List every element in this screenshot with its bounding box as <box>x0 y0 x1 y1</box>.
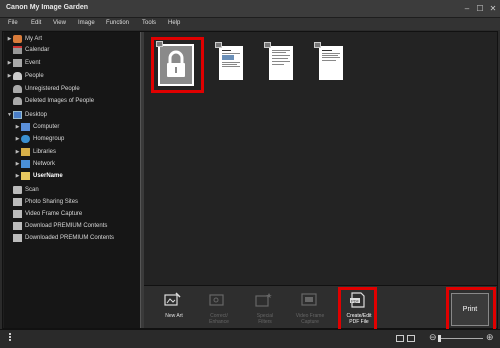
new-art-icon <box>164 292 181 306</box>
sidebar-item-deleted-people[interactable]: Deleted Images of People <box>6 95 94 106</box>
menu-image[interactable]: Image <box>78 20 95 26</box>
video-capture-icon <box>13 209 22 218</box>
pdf-badge-icon <box>264 42 271 48</box>
sidebar-item-username[interactable]: ▶ UserName <box>14 170 63 181</box>
status-bar: ⊖ ⊕ <box>0 329 500 348</box>
desktop-icon <box>13 110 22 119</box>
event-icon <box>13 58 22 67</box>
menu-bar: File Edit View Image Function Tools Help <box>0 18 500 30</box>
sidebar-item-homegroup[interactable]: ▶ Homegroup <box>14 133 64 144</box>
create-pdf-highlight <box>338 287 377 333</box>
user-folder-icon <box>21 171 30 180</box>
sidebar-item-network[interactable]: ▶ Network <box>14 158 55 169</box>
computer-icon <box>21 122 30 131</box>
sidebar-item-video-frame-capture[interactable]: Video Frame Capture <box>6 208 82 219</box>
zoom-out-icon[interactable]: ⊖ <box>429 332 437 343</box>
zoom-in-icon[interactable]: ⊕ <box>486 332 494 343</box>
sidebar-item-downloaded-premium[interactable]: Downloaded PREMIUM Contents <box>6 232 114 243</box>
sidebar-item-libraries[interactable]: ▶ Libraries <box>14 146 56 157</box>
new-art-button[interactable]: New Art <box>152 286 196 329</box>
window-title: Canon My Image Garden <box>6 4 89 11</box>
pdf-badge-icon <box>314 42 321 48</box>
sidebar-item-photo-sharing-sites[interactable]: Photo Sharing Sites <box>6 196 78 207</box>
print-highlight <box>446 287 496 333</box>
homegroup-icon <box>21 134 30 143</box>
deleted-people-icon <box>13 96 22 105</box>
document-page-icon <box>272 50 290 65</box>
minimize-button[interactable]: – <box>461 3 473 14</box>
sidebar-item-my-art[interactable]: ▶ My Art <box>6 33 42 44</box>
scan-icon <box>13 185 22 194</box>
document-thumbnail[interactable] <box>269 46 293 80</box>
video-frame-capture-button[interactable]: Video Frame Capture <box>288 286 332 329</box>
correct-enhance-button[interactable]: Correct/ Enhance <box>197 286 241 329</box>
title-bar: Canon My Image Garden – ☐ ✕ <box>0 0 500 18</box>
zoom-slider[interactable] <box>439 338 483 339</box>
menu-tools[interactable]: Tools <box>142 20 156 26</box>
document-page-icon <box>222 50 240 67</box>
locked-thumbnail-highlight <box>151 37 204 93</box>
calendar-icon <box>13 45 22 54</box>
my-art-icon <box>13 34 22 43</box>
sidebar-item-calendar[interactable]: Calendar <box>6 44 49 55</box>
menu-file[interactable]: File <box>8 20 18 26</box>
libraries-icon <box>21 147 30 156</box>
document-page-icon <box>322 50 340 61</box>
special-filters-icon <box>255 293 272 307</box>
sidebar-toggle-icon[interactable] <box>9 333 11 341</box>
menu-view[interactable]: View <box>53 20 66 26</box>
video-frame-capture-icon <box>301 293 317 306</box>
photo-sharing-icon <box>13 197 22 206</box>
sidebar-item-desktop[interactable]: ▼ Desktop <box>6 109 47 120</box>
download-premium-icon <box>13 221 22 230</box>
sidebar-item-unregistered-people[interactable]: Unregistered People <box>6 83 80 94</box>
special-filters-button[interactable]: Special Filters <box>243 286 287 329</box>
sidebar-item-download-premium[interactable]: Download PREMIUM Contents <box>6 220 107 231</box>
pdf-badge-icon <box>215 42 222 48</box>
downloaded-premium-icon <box>13 233 22 242</box>
document-thumbnail[interactable] <box>319 46 343 80</box>
zoom-slider-handle[interactable] <box>438 335 441 342</box>
sidebar[interactable]: ▶ My Art Calendar ▶ Event ▶ People Unreg… <box>4 32 141 328</box>
bottom-toolbar: New Art Correct/ Enhance Special Filters… <box>144 285 497 328</box>
view-mode-icon[interactable] <box>396 335 404 342</box>
list-view-icon[interactable] <box>407 335 415 342</box>
maximize-button[interactable]: ☐ <box>474 3 486 14</box>
sidebar-item-scan[interactable]: Scan <box>6 184 39 195</box>
sidebar-item-people[interactable]: ▶ People <box>6 70 44 81</box>
unregistered-people-icon <box>13 84 22 93</box>
menu-function[interactable]: Function <box>106 20 129 26</box>
sidebar-item-event[interactable]: ▶ Event <box>6 57 40 68</box>
menu-edit[interactable]: Edit <box>31 20 41 26</box>
close-button[interactable]: ✕ <box>487 3 499 14</box>
sidebar-item-computer[interactable]: ▶ Computer <box>14 121 59 132</box>
correct-enhance-icon <box>209 294 224 306</box>
network-icon <box>21 159 30 168</box>
menu-help[interactable]: Help <box>168 20 180 26</box>
people-icon <box>13 71 22 80</box>
document-thumbnail[interactable] <box>219 46 243 80</box>
